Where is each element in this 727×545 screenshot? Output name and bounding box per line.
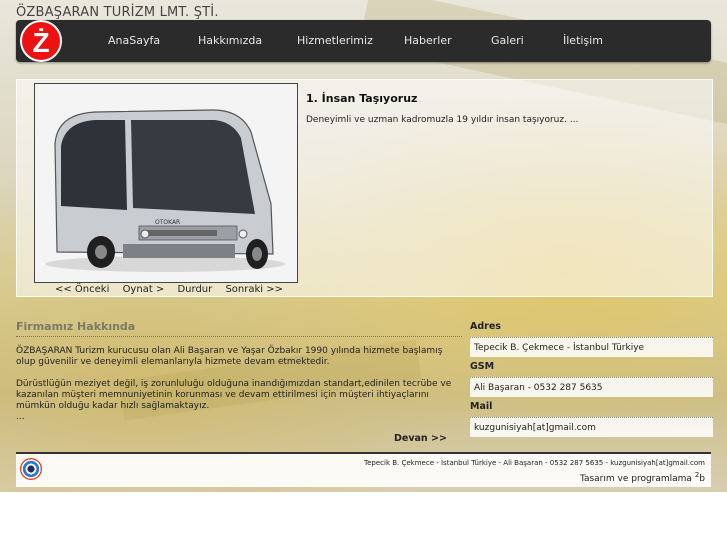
gsm-label: GSM: [470, 361, 495, 372]
nav-item-anasayfa[interactable]: AnaSayfa: [108, 34, 160, 47]
site-logo[interactable]: Ż: [20, 20, 62, 62]
about-divider: [16, 336, 462, 337]
address-value: Tepecik B. Çekmece - İstanbul Türkiye: [470, 337, 713, 357]
nav-item-hizmetlerimiz[interactable]: Hizmetlerimiz: [297, 34, 373, 47]
site-title: ÖZBAŞARAN TURİZM LMT. ŞTİ.: [16, 5, 219, 20]
nav-item-hakkimizda[interactable]: Hakkımızda: [198, 34, 262, 47]
mail-label: Mail: [470, 401, 493, 412]
about-more-link[interactable]: Devan >>: [394, 433, 447, 444]
bus-illustration: OTOKAR: [35, 84, 297, 282]
address-label: Adres: [470, 321, 501, 332]
footer: Tepecik B. Çekmece - İstanbul Türkiye - …: [16, 452, 711, 487]
footer-contact-info: Tepecik B. Çekmece - İstanbul Türkiye - …: [364, 459, 705, 467]
about-paragraph: ÖZBAŞARAN Turizm kurucusu olan Ali Başar…: [16, 346, 443, 367]
logo-letter: Ż: [32, 27, 50, 58]
bus-brand-text: OTOKAR: [155, 219, 180, 226]
gsm-value: Ali Başaran - 0532 287 5635: [470, 377, 713, 397]
slider-controls: << Önceki Oynat > Durdur Sonraki >>: [55, 284, 293, 295]
footer-logo-icon: [20, 458, 42, 480]
footer-credit-suffix: b: [699, 474, 705, 484]
mail-value: kuzgunisiyah[at]gmail.com: [470, 417, 713, 437]
about-ellipsis: ...: [16, 412, 25, 422]
slide-text: Deneyimli ve uzman kadromuzla 19 yıldır …: [306, 115, 579, 125]
about-text: ÖZBAŞARAN Turizm kurucusu olan Ali Başar…: [16, 346, 462, 423]
main-navbar: Ż AnaSayfa Hakkımızda Hizmetlerimiz Habe…: [16, 20, 711, 62]
slider-prev-button[interactable]: << Önceki: [55, 284, 109, 295]
slider-next-button[interactable]: Sonraki >>: [225, 284, 283, 295]
slider-play-button[interactable]: Oynat >: [123, 284, 165, 295]
slider-stop-button[interactable]: Durdur: [177, 284, 212, 295]
nav-item-iletisim[interactable]: İletişim: [563, 34, 603, 47]
footer-credit[interactable]: Tasarım ve programlama 2b: [580, 471, 705, 484]
about-paragraph: Dürüstlüğün meziyet değil, iş zorunluluğ…: [16, 379, 452, 411]
slide-image: OTOKAR: [34, 83, 298, 283]
nav-item-haberler[interactable]: Haberler: [404, 34, 452, 47]
about-title: Firmamız Hakkında: [16, 320, 136, 333]
slide-title: 1. İnsan Taşıyoruz: [306, 92, 418, 105]
nav-item-galeri[interactable]: Galeri: [491, 34, 524, 47]
footer-credit-text: Tasarım ve programlama: [579, 474, 695, 484]
